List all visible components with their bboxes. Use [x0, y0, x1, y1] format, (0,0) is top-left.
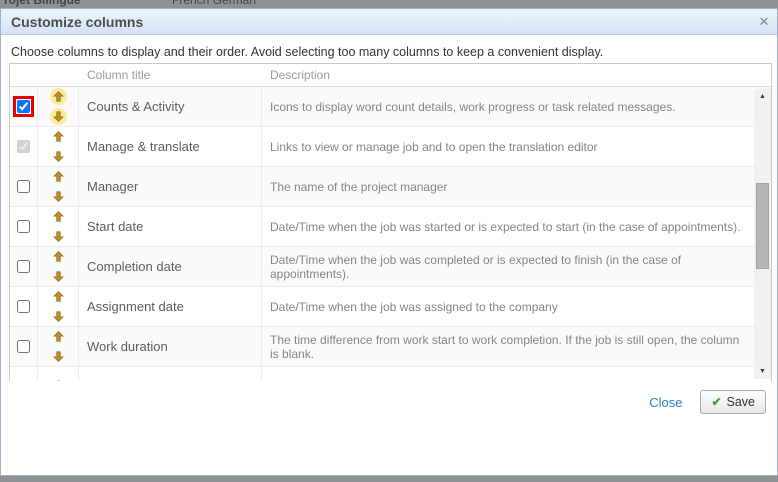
- save-button[interactable]: ✔ Save: [700, 390, 766, 414]
- dialog-footer: Close ✔ Save: [649, 390, 766, 414]
- move-up-icon[interactable]: [50, 168, 67, 185]
- column-description: The name of the project manager: [262, 167, 771, 206]
- move-down-icon[interactable]: [50, 148, 67, 165]
- column-checkbox[interactable]: [17, 300, 30, 313]
- table-body: Counts & Activity Icons to display word …: [10, 87, 771, 381]
- move-down-icon[interactable]: [50, 308, 67, 325]
- table-header: Column title Description: [10, 64, 771, 87]
- table-row: Completion date Date/Time when the job w…: [10, 247, 771, 287]
- column-description: Date/Time when the job was completed or …: [262, 247, 771, 286]
- checkbox-wrap: [15, 218, 32, 235]
- table-row: Manage & translate Links to view or mana…: [10, 127, 771, 167]
- save-button-label: Save: [727, 395, 756, 409]
- table-row: Work duration The time difference from w…: [10, 327, 771, 367]
- column-checkbox[interactable]: [17, 260, 30, 273]
- move-down-icon[interactable]: [50, 108, 67, 125]
- checkbox-wrap: [15, 258, 32, 275]
- column-title: Completion date: [79, 247, 262, 286]
- column-title: Assignment date: [79, 287, 262, 326]
- column-description: The time difference from work start to w…: [262, 327, 771, 366]
- table-row: Counts & Activity Icons to display word …: [10, 87, 771, 127]
- move-down-icon[interactable]: [50, 188, 67, 205]
- checkbox-wrap: [15, 138, 32, 155]
- column-title: Start date: [79, 207, 262, 246]
- column-title: Work duration: [79, 327, 262, 366]
- check-icon: ✔: [711, 395, 721, 409]
- move-up-icon[interactable]: [50, 208, 67, 225]
- dialog-title: Customize columns: [1, 14, 751, 30]
- column-checkbox[interactable]: [17, 100, 30, 113]
- table-row: Start date Date/Time when the job was st…: [10, 207, 771, 247]
- header-description: Description: [270, 68, 330, 82]
- customize-columns-dialog: Customize columns ✕ Choose columns to di…: [0, 8, 778, 476]
- close-link[interactable]: Close: [649, 395, 682, 410]
- header-column-title: Column title: [87, 68, 150, 82]
- scrollbar-thumb[interactable]: [756, 183, 769, 269]
- column-description: Links to view or manage job and to open …: [262, 127, 771, 166]
- column-title: Manage & translate: [79, 127, 262, 166]
- column-description: Icons to display word count details, wor…: [262, 87, 771, 126]
- column-checkbox[interactable]: [17, 180, 30, 193]
- column-checkbox[interactable]: [17, 220, 30, 233]
- close-icon[interactable]: ✕: [751, 14, 777, 30]
- background-text-project: rojet Bilingue: [4, 0, 81, 7]
- column-checkbox[interactable]: [17, 340, 30, 353]
- move-down-icon[interactable]: [50, 268, 67, 285]
- move-up-icon[interactable]: [50, 88, 67, 105]
- table-row-partial: [10, 367, 771, 381]
- columns-table: Column title Description Counts & Activi…: [9, 63, 772, 381]
- column-checkbox[interactable]: [17, 140, 30, 153]
- column-description: Date/Time when the job was started or is…: [262, 207, 771, 246]
- move-down-icon[interactable]: [50, 348, 67, 365]
- table-row: Manager The name of the project manager: [10, 167, 771, 207]
- checkbox-wrap: [15, 298, 32, 315]
- move-up-icon[interactable]: [50, 328, 67, 345]
- dialog-header: Customize columns ✕: [1, 9, 777, 35]
- move-up-icon[interactable]: [50, 288, 67, 305]
- checkbox-wrap: [15, 338, 32, 355]
- background-text-languages: French German: [172, 0, 256, 7]
- scroll-up-icon[interactable]: ▲: [754, 89, 771, 104]
- checkbox-annotation-box: [13, 96, 34, 117]
- move-up-icon[interactable]: [50, 128, 67, 145]
- column-description: Date/Time when the job was assigned to t…: [262, 287, 771, 326]
- column-title: Counts & Activity: [79, 87, 262, 126]
- move-down-icon[interactable]: [50, 228, 67, 245]
- table-scrollbar[interactable]: ▲ ▼: [754, 89, 771, 379]
- table-row: Assignment date Date/Time when the job w…: [10, 287, 771, 327]
- move-up-icon[interactable]: [50, 248, 67, 265]
- move-up-icon[interactable]: [50, 377, 67, 381]
- dialog-instruction: Choose columns to display and their orde…: [1, 35, 777, 59]
- checkbox-wrap: [15, 178, 32, 195]
- column-title: Manager: [79, 167, 262, 206]
- scroll-down-icon[interactable]: ▼: [754, 364, 771, 379]
